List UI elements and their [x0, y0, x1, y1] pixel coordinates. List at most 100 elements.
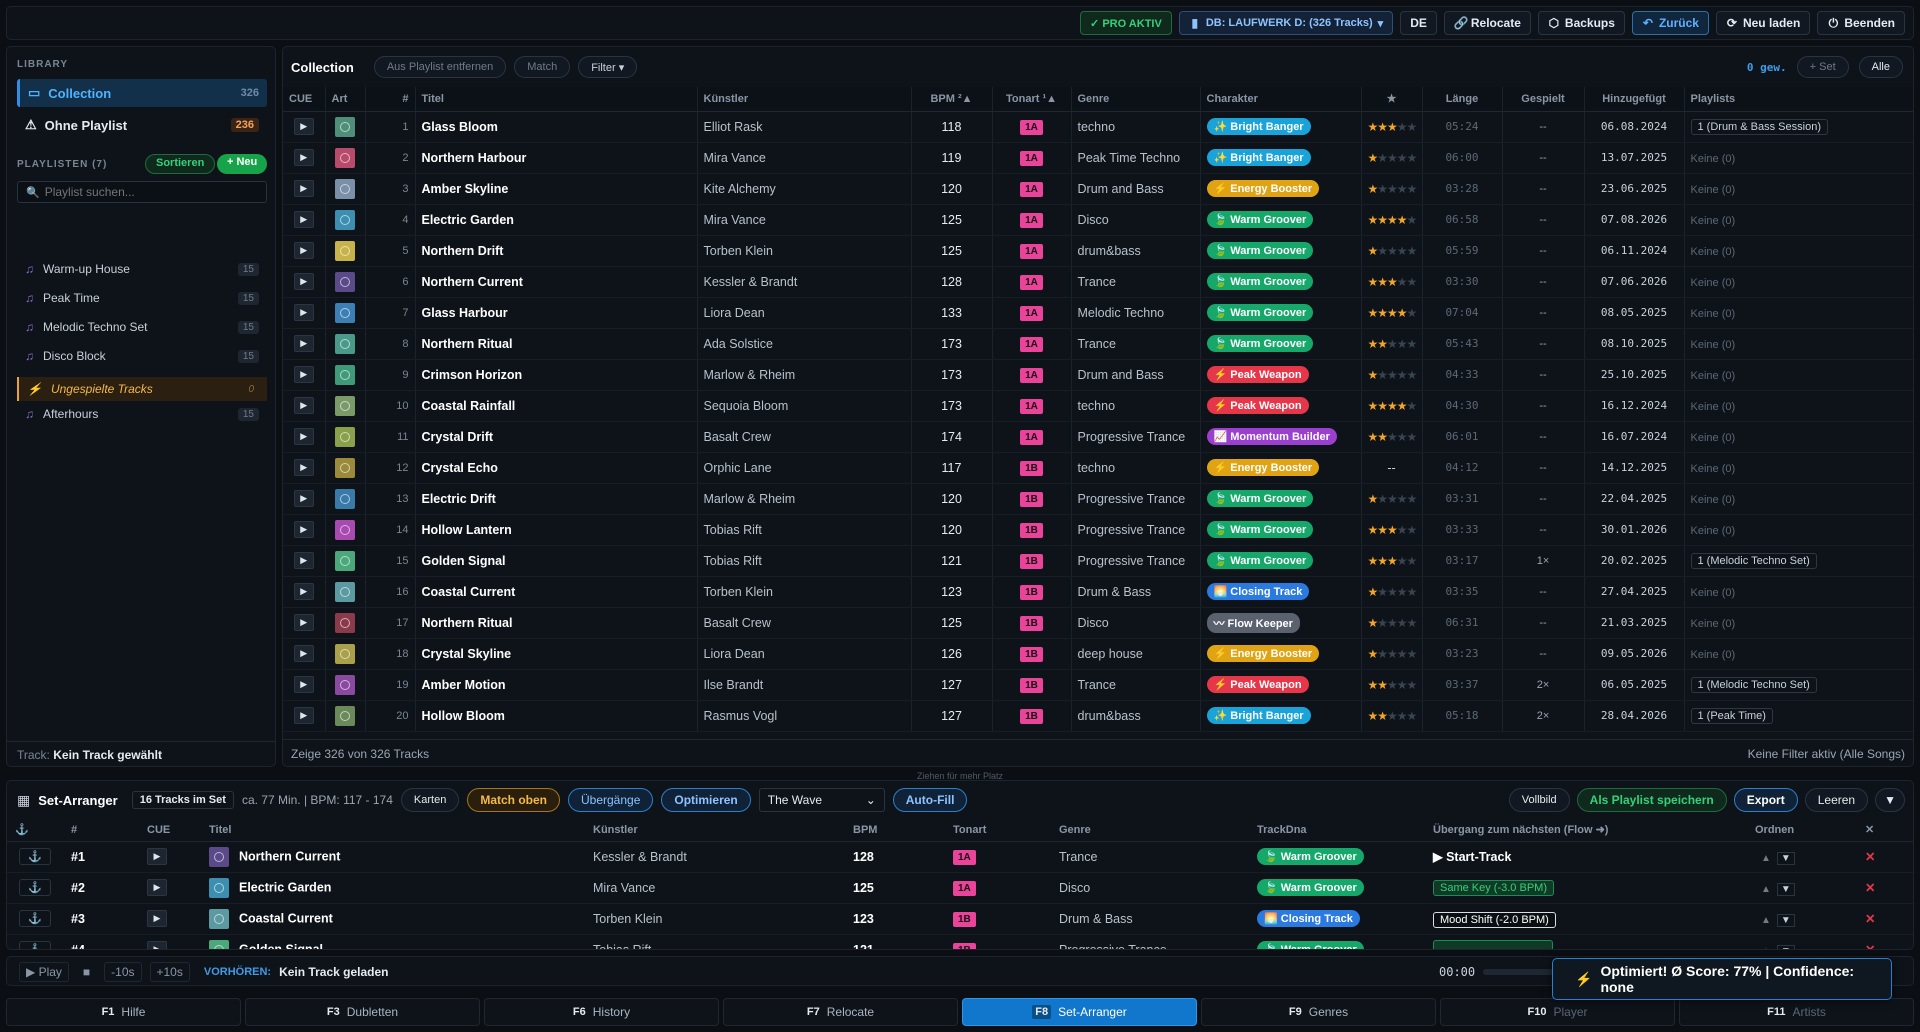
column-title[interactable]: Titel — [415, 87, 698, 112]
sidebar-item-playlist[interactable]: ♫ Disco Block 15 — [17, 344, 267, 368]
rating-stars[interactable]: ★★★★★ — [1368, 430, 1418, 444]
cue-play-button[interactable]: ▶ — [293, 180, 314, 197]
auto-fill-button[interactable]: Auto-Fill — [892, 788, 968, 812]
cue-play-button[interactable]: ▶ — [293, 552, 314, 569]
cue-play-button[interactable]: ▶ — [293, 211, 314, 228]
fullscreen-button[interactable]: Vollbild — [1508, 788, 1570, 812]
database-selector[interactable]: ▮ DB: LAUFWERK D: (326 Tracks) ▾ — [1178, 11, 1394, 35]
fkey-tab-artists[interactable]: F11 Artists — [1679, 998, 1914, 1026]
rating-stars[interactable]: ★★★★★ — [1368, 616, 1418, 630]
collapse-button[interactable]: ▼ — [1875, 788, 1905, 812]
rating-stars[interactable]: ★★★★★ — [1368, 306, 1418, 320]
sidebar-item-playlist[interactable]: ♫ Peak Time 15 — [17, 286, 267, 310]
fkey-tab-player[interactable]: F10 Player — [1440, 998, 1675, 1026]
remove-from-set-button[interactable]: ✕ — [1865, 912, 1875, 926]
anchor-toggle[interactable]: ⚓ — [19, 941, 51, 949]
export-button[interactable]: Export — [1733, 788, 1798, 812]
column-playlists[interactable]: Playlists — [1684, 87, 1913, 112]
cue-play-button[interactable]: ▶ — [293, 521, 314, 538]
cue-play-button[interactable]: ▶ — [147, 879, 167, 896]
cue-play-button[interactable]: ▶ — [293, 459, 314, 476]
set-row[interactable]: ⚓ #3 ▶ Coastal Current Torben Klein 123 1B Drum… — [7, 903, 1913, 935]
table-row[interactable]: ▶ 9 Crimson Horizon Marlow & Rheim 173 1A Drum… — [283, 359, 1913, 391]
add-to-set-button[interactable]: + Set — [1796, 56, 1849, 78]
rating-stars[interactable]: ★★★★★ — [1368, 585, 1418, 599]
fkey-tab-genres[interactable]: F9 Genres — [1201, 998, 1436, 1026]
table-row[interactable]: ▶ 14 Hollow Lantern Tobias Rift 120 1B Progres… — [283, 514, 1913, 546]
table-row[interactable]: ▶ 6 Northern Current Kessler & Brandt 128 1A T… — [283, 266, 1913, 298]
relocate-button[interactable]: 🔗 Relocate — [1443, 11, 1531, 35]
table-row[interactable]: ▶ 13 Electric Drift Marlow & Rheim 120 1B Prog… — [283, 483, 1913, 515]
fkey-tab-set-arranger[interactable]: F8 Set-Arranger — [962, 998, 1197, 1026]
cue-play-button[interactable]: ▶ — [147, 910, 167, 927]
column-character[interactable]: Charakter — [1200, 87, 1362, 112]
save-as-playlist-button[interactable]: Als Playlist speichern — [1576, 788, 1727, 812]
transitions-button[interactable]: Übergänge — [568, 788, 654, 812]
cue-play-button[interactable]: ▶ — [293, 428, 314, 445]
anchor-toggle[interactable]: ⚓ — [19, 848, 51, 865]
remove-from-set-button[interactable]: ✕ — [1865, 850, 1875, 864]
anchor-toggle[interactable]: ⚓ — [19, 910, 51, 927]
cue-play-button[interactable]: ▶ — [293, 149, 314, 166]
table-row[interactable]: ▶ 7 Glass Harbour Liora Dean 133 1A Melodic Te… — [283, 297, 1913, 329]
table-row[interactable]: ▶ 4 Electric Garden Mira Vance 125 1A Disco 🍃 W… — [283, 204, 1913, 236]
move-up-button[interactable]: ▲ — [1761, 946, 1771, 950]
seek-bar[interactable] — [1483, 969, 1563, 975]
cue-play-button[interactable]: ▶ — [293, 304, 314, 321]
fkey-tab-hilfe[interactable]: F1 Hilfe — [6, 998, 241, 1026]
move-down-button[interactable]: ▼ — [1776, 851, 1795, 865]
fkey-tab-history[interactable]: F6 History — [484, 998, 719, 1026]
backups-button[interactable]: ⬡ Backups — [1537, 11, 1625, 35]
cue-play-button[interactable]: ▶ — [293, 397, 314, 414]
cards-view-button[interactable]: Karten — [400, 788, 460, 812]
column-cue[interactable]: CUE — [283, 87, 326, 112]
rating-stars[interactable]: ★★★★★ — [1368, 399, 1418, 413]
language-button[interactable]: DE — [1400, 11, 1437, 35]
table-row[interactable]: ▶ 8 Northern Ritual Ada Solstice 173 1A Trance… — [283, 328, 1913, 360]
playlist-membership[interactable]: 1 (Drum & Bass Session) — [1690, 118, 1828, 135]
column-bpm[interactable]: BPM ²▲ — [911, 87, 993, 112]
back-button[interactable]: ↶ Zurück — [1631, 11, 1709, 35]
rating-stars[interactable]: ★★★★★ — [1368, 275, 1418, 289]
cue-play-button[interactable]: ▶ — [293, 242, 314, 259]
remove-from-playlist-button[interactable]: Aus Playlist entfernen — [373, 56, 507, 78]
sidebar-item-playlist[interactable]: ♫ Warm-up House 15 — [17, 257, 267, 281]
reload-button[interactable]: ⟳ Neu laden — [1715, 11, 1811, 35]
move-up-button[interactable]: ▲ — [1761, 915, 1771, 926]
cue-play-button[interactable]: ▶ — [293, 707, 314, 724]
cue-play-button[interactable]: ▶ — [147, 848, 167, 865]
quit-button[interactable]: ⏻ Beenden — [1817, 11, 1905, 35]
column-added[interactable]: Hinzugefügt — [1584, 87, 1685, 112]
playlist-search-input[interactable] — [44, 185, 260, 199]
move-up-button[interactable]: ▲ — [1761, 853, 1771, 864]
rating-stars[interactable]: ★★★★★ — [1368, 244, 1418, 258]
cue-play-button[interactable]: ▶ — [293, 645, 314, 662]
table-row[interactable]: ▶ 15 Golden Signal Tobias Rift 121 1B Progress… — [283, 545, 1913, 577]
cue-play-button[interactable]: ▶ — [293, 335, 314, 352]
cue-play-button[interactable]: ▶ — [293, 614, 314, 631]
playlist-membership[interactable]: 1 (Peak Time) — [1690, 707, 1773, 724]
rating-stars[interactable]: ★★★★★ — [1368, 554, 1418, 568]
fkey-tab-relocate[interactable]: F7 Relocate — [723, 998, 958, 1026]
rating-stars[interactable]: ★★★★★ — [1368, 492, 1418, 506]
column-rating[interactable]: ★ — [1361, 87, 1423, 112]
table-row[interactable]: ▶ 17 Northern Ritual Basalt Crew 125 1B Disco 〰… — [283, 607, 1913, 639]
cue-play-button[interactable]: ▶ — [147, 941, 167, 949]
match-top-button[interactable]: Match oben — [467, 788, 560, 812]
playlist-membership[interactable]: 1 (Melodic Techno Set) — [1690, 552, 1817, 569]
stop-button[interactable]: ■ — [77, 963, 96, 981]
cue-play-button[interactable]: ▶ — [293, 118, 314, 135]
table-row[interactable]: ▶ 2 Northern Harbour Mira Vance 119 1A Peak Ti… — [283, 142, 1913, 174]
column-number[interactable]: # — [365, 87, 416, 112]
rating-stars[interactable]: ★★★★★ — [1368, 213, 1418, 227]
play-button[interactable]: ▶ Play — [19, 962, 69, 982]
optimize-button[interactable]: Optimieren — [661, 788, 751, 812]
playlist-membership[interactable]: 1 (Melodic Techno Set) — [1690, 676, 1817, 693]
table-row[interactable]: ▶ 5 Northern Drift Torben Klein 125 1A drum&ba… — [283, 235, 1913, 267]
rating-stars[interactable]: ★★★★★ — [1368, 337, 1418, 351]
remove-from-set-button[interactable]: ✕ — [1865, 943, 1875, 949]
forward-10-button[interactable]: +10s — [149, 962, 190, 982]
rating-stars[interactable]: ★★★★★ — [1368, 151, 1418, 165]
rating-stars[interactable]: ★★★★★ — [1368, 368, 1418, 382]
set-row[interactable]: ⚓ #4 ▶ Golden Signal Tobias Rift 121 1B Progres… — [7, 934, 1913, 950]
